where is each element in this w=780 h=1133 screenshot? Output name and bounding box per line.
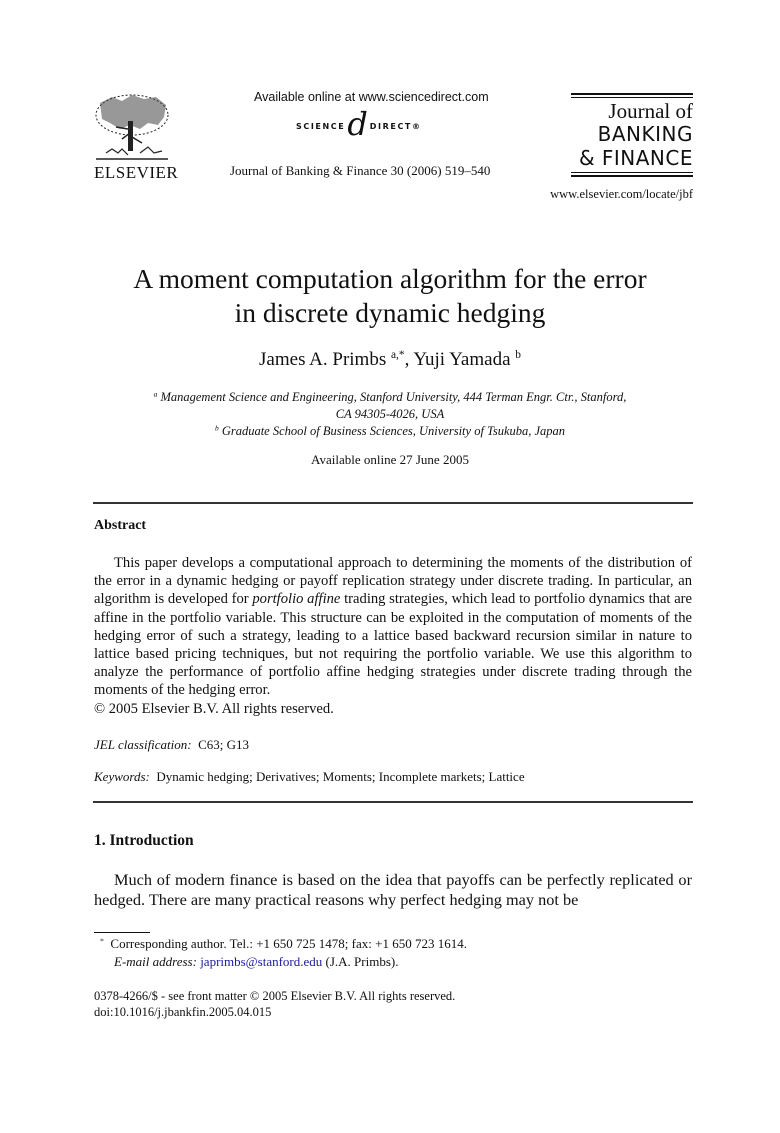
keywords-label: Keywords:: [94, 769, 150, 784]
abstract-heading: Abstract: [94, 518, 147, 533]
author-name[interactable]: Yuji Yamada: [413, 349, 510, 370]
footnote-corresponding: * Corresponding author. Tel.: +1 650 725…: [100, 936, 467, 952]
footnote-rule: [94, 932, 150, 933]
journal-url-link[interactable]: www.elsevier.com/locate/jbf: [550, 187, 693, 202]
affiliation-a: a Management Science and Engineering, St…: [0, 390, 780, 405]
title-line-2: in discrete dynamic hedging: [234, 297, 546, 328]
registered-mark: ®: [411, 121, 422, 131]
introduction-body: Much of modern finance is based on the i…: [94, 870, 692, 910]
author-affiliation-mark[interactable]: a,*: [391, 349, 405, 361]
journal-logo-line1: Journal of: [608, 99, 693, 123]
abstract-italic-term: portfolio affine: [252, 591, 341, 608]
affiliation-mark: a: [153, 389, 158, 399]
jel-label: JEL classification:: [94, 737, 192, 752]
doi-link[interactable]: doi:10.1016/j.jbankfin.2005.04.015: [94, 1005, 271, 1020]
journal-logo-line3: & FINANCE: [578, 146, 693, 170]
issn-front-matter: 0378-4266/$ - see front matter © 2005 El…: [94, 989, 456, 1003]
journal-logo-line2: BANKING: [597, 122, 693, 146]
sciencedirect-logo-right: DIRECT: [369, 121, 412, 131]
divider: [93, 502, 693, 504]
article-title: A moment computation algorithm for the e…: [0, 262, 780, 330]
sciencedirect-logo-left: SCIENCE: [296, 121, 346, 131]
journal-logo: Journal of BANKING & FINANCE: [571, 93, 693, 177]
author-list: James A. Primbs a,*, Yuji Yamada b: [0, 349, 780, 371]
jel-value: C63; G13: [198, 737, 250, 752]
keywords: Keywords: Dynamic hedging; Derivatives; …: [94, 769, 525, 785]
author-name[interactable]: James A. Primbs: [259, 349, 386, 370]
sciencedirect-d-icon: d: [347, 105, 368, 143]
footnote-mark: *: [100, 936, 104, 946]
sciencedirect-available-link[interactable]: Available online at www.sciencedirect.co…: [254, 90, 489, 104]
introduction-paragraph: Much of modern finance is based on the i…: [94, 870, 692, 909]
affiliation-text: Management Science and Engineering, Stan…: [160, 390, 627, 404]
email-label: E-mail address:: [114, 954, 197, 969]
elsevier-wordmark: ELSEVIER: [94, 163, 179, 182]
tree-icon: [95, 94, 169, 160]
abstract-text: trading strategies, which lead to portfo…: [94, 591, 693, 699]
sciencedirect-logo[interactable]: SCIENCE d DIRECT ®: [296, 108, 422, 144]
email-owner: (J.A. Primbs).: [322, 954, 399, 969]
title-line-1: A moment computation algorithm for the e…: [133, 263, 647, 294]
affiliation-mark: b: [214, 423, 219, 433]
affiliation-b: b Graduate School of Business Sciences, …: [0, 424, 780, 439]
divider: [93, 801, 693, 803]
jel-classification: JEL classification: C63; G13: [94, 737, 249, 753]
abstract-body: This paper develops a computational appr…: [94, 554, 692, 700]
footnote-text: Corresponding author. Tel.: +1 650 725 1…: [110, 936, 467, 951]
available-online-date: Available online 27 June 2005: [311, 452, 469, 467]
abstract-copyright: © 2005 Elsevier B.V. All rights reserved…: [94, 701, 334, 717]
journal-logo-bottom-rule: [571, 172, 693, 177]
affiliation-text: Graduate School of Business Sciences, Un…: [221, 424, 566, 438]
email-link[interactable]: japrimbs@stanford.edu: [200, 954, 322, 969]
keywords-value: Dynamic hedging; Derivatives; Moments; I…: [156, 769, 525, 784]
journal-logo-top-rule: [571, 93, 693, 98]
journal-citation: Journal of Banking & Finance 30 (2006) 5…: [230, 163, 491, 178]
affiliation-a-line2: CA 94305-4026, USA: [335, 407, 445, 421]
section-heading-introduction: 1. Introduction: [94, 832, 194, 849]
author-affiliation-mark[interactable]: b: [515, 349, 521, 361]
footnote-email: E-mail address: japrimbs@stanford.edu (J…: [114, 954, 398, 970]
